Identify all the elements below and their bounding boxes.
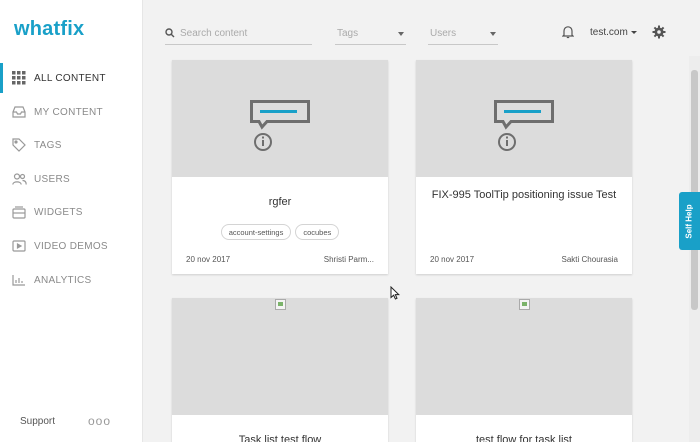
sidebar-item-users[interactable]: USERS <box>0 164 143 194</box>
video-icon <box>11 238 27 254</box>
sidebar-item-label: TAGS <box>34 139 62 151</box>
users-icon <box>11 171 27 187</box>
card-title[interactable]: test flow for task list <box>416 433 632 442</box>
sidebar-item-widgets[interactable]: WIDGETS <box>0 197 143 227</box>
sidebar-item-all-content[interactable]: ALL CONTENT <box>0 63 143 93</box>
scrollbar-thumb[interactable] <box>691 70 698 310</box>
tag-chip[interactable]: cocubes <box>295 224 340 240</box>
broken-image-icon <box>275 299 286 310</box>
tags-dropdown-label: Tags <box>337 28 359 39</box>
content-card[interactable]: Task list test flow <box>172 298 388 442</box>
sidebar-item-label: ANALYTICS <box>34 274 92 286</box>
more-options-icon[interactable]: ooo <box>88 414 111 428</box>
users-dropdown-label: Users <box>430 28 457 39</box>
chevron-down-icon <box>398 31 404 36</box>
whatfix-logo[interactable]: whatfix <box>14 18 84 41</box>
chevron-down-icon <box>490 31 496 36</box>
gear-icon[interactable] <box>652 25 666 44</box>
chevron-down-icon <box>630 31 637 34</box>
card-title[interactable]: Task list test flow <box>172 433 388 442</box>
card-tags: account-settings cocubes <box>172 224 388 240</box>
sidebar-item-tags[interactable]: TAGS <box>0 130 143 160</box>
content-card[interactable]: test flow for task list <box>416 298 632 442</box>
card-author: Shristi Parm... <box>323 255 374 264</box>
tooltip-icon <box>494 100 554 151</box>
broken-image-icon <box>519 299 530 310</box>
search-icon <box>165 25 175 43</box>
grid-icon <box>11 70 27 86</box>
tag-chip[interactable]: account-settings <box>220 224 292 240</box>
search-box[interactable] <box>165 23 312 45</box>
sidebar-item-label: WIDGETS <box>34 206 83 218</box>
card-date: 20 nov 2017 <box>430 255 475 264</box>
sidebar-item-label: ALL CONTENT <box>34 72 106 84</box>
tooltip-icon <box>250 100 310 151</box>
sidebar-item-video-demos[interactable]: VIDEO DEMOS <box>0 231 143 261</box>
sidebar: whatfix ALL CONTENT MY CONTENT TAGS USER… <box>0 0 143 442</box>
widgets-icon <box>11 204 27 220</box>
card-thumbnail <box>416 60 632 177</box>
account-menu[interactable]: test.com <box>590 27 637 38</box>
card-date: 20 nov 2017 <box>186 255 231 264</box>
users-dropdown[interactable]: Users <box>428 23 498 45</box>
mouse-cursor-icon <box>390 286 400 300</box>
analytics-icon <box>11 272 27 288</box>
inbox-icon <box>11 104 27 120</box>
sidebar-item-label: MY CONTENT <box>34 106 103 118</box>
content-card[interactable]: rgfer account-settings cocubes 20 nov 20… <box>172 60 388 274</box>
card-title[interactable]: rgfer <box>172 195 388 209</box>
account-label: test.com <box>590 27 628 38</box>
card-thumbnail <box>172 298 388 415</box>
sidebar-item-my-content[interactable]: MY CONTENT <box>0 97 143 127</box>
card-author: Sakti Chourasia <box>561 255 618 264</box>
search-input[interactable] <box>180 28 300 39</box>
bell-icon[interactable] <box>561 25 575 44</box>
support-link[interactable]: Support <box>20 416 55 427</box>
card-thumbnail <box>416 298 632 415</box>
tag-icon <box>11 137 27 153</box>
card-thumbnail <box>172 60 388 177</box>
card-title[interactable]: FIX-995 ToolTip positioning issue Test <box>430 188 618 202</box>
sidebar-item-analytics[interactable]: ANALYTICS <box>0 265 143 295</box>
content-card[interactable]: FIX-995 ToolTip positioning issue Test 2… <box>416 60 632 274</box>
self-help-button[interactable]: Self Help <box>679 192 700 250</box>
self-help-label: Self Help <box>685 203 695 239</box>
sidebar-item-label: VIDEO DEMOS <box>34 240 108 252</box>
tags-dropdown[interactable]: Tags <box>335 23 406 45</box>
sidebar-item-label: USERS <box>34 173 70 185</box>
